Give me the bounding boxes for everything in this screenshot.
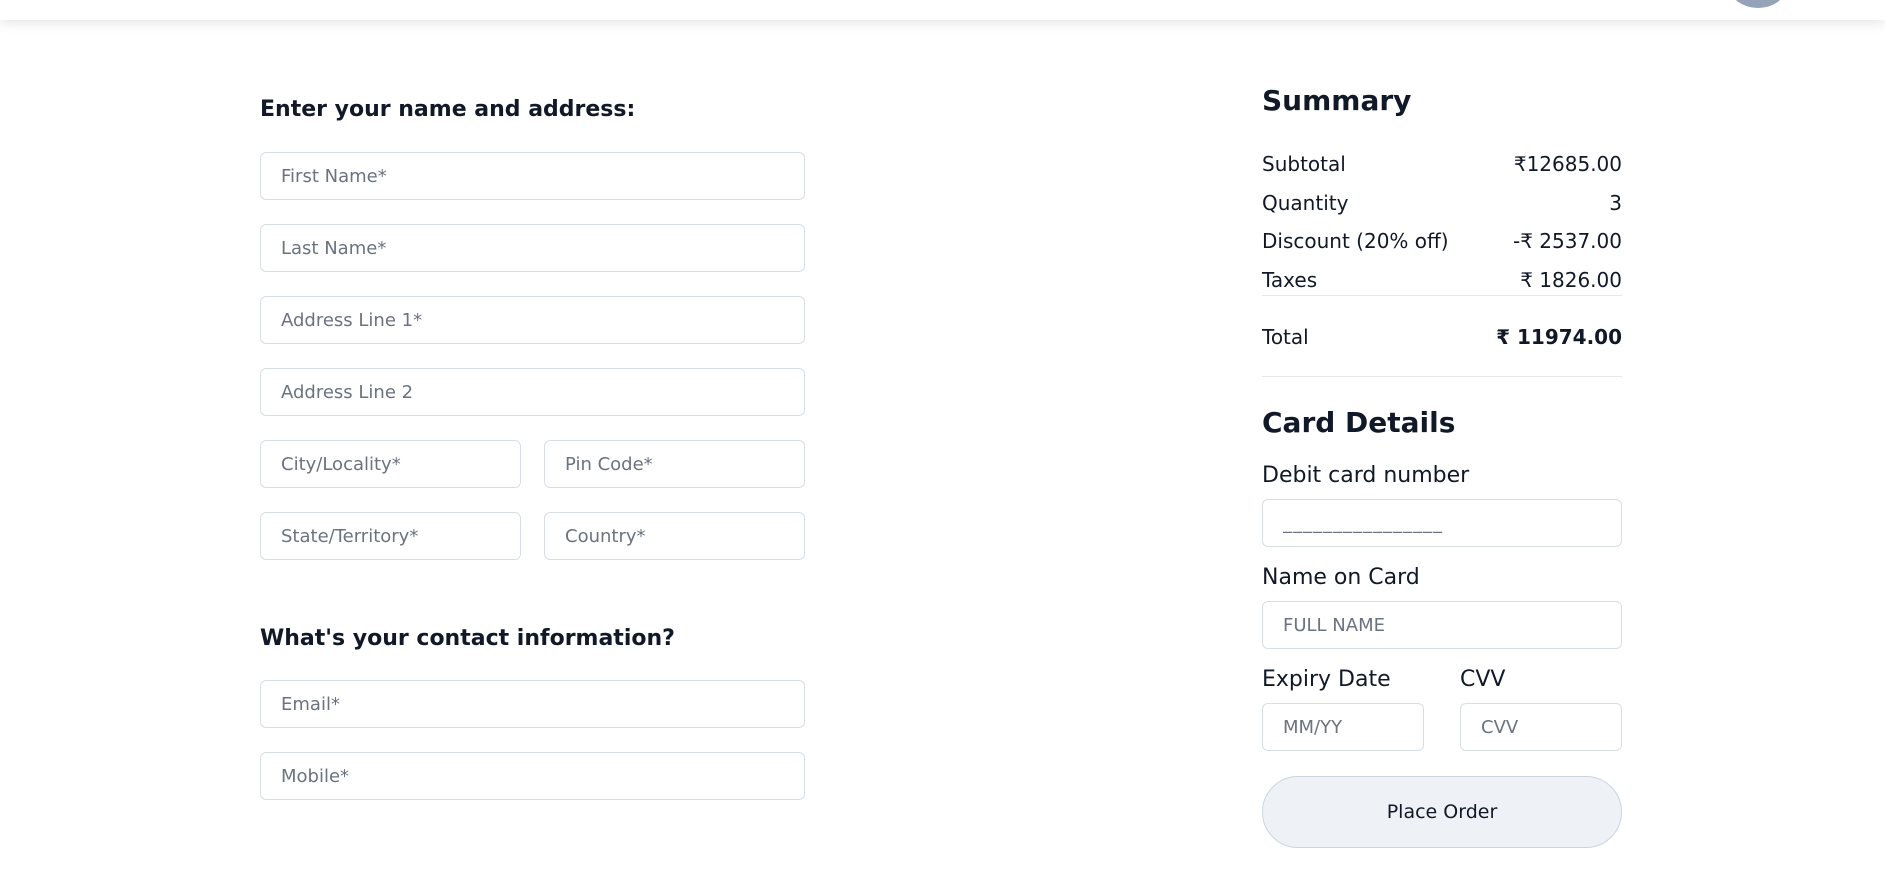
summary-row-value: -₹ 2537.00	[1512, 229, 1622, 253]
expiry-date-label: Expiry Date	[1262, 667, 1391, 692]
summary-divider	[1262, 295, 1622, 296]
name-on-card-label: Name on Card	[1262, 565, 1420, 590]
address-section-title: Enter your name and address:	[260, 97, 636, 122]
cvv-label: CVV	[1460, 667, 1506, 692]
summary-row-subtotal: Subtotal ₹12685.00	[1262, 152, 1622, 176]
contact-section-title: What's your contact information?	[260, 626, 675, 651]
country-input[interactable]	[544, 512, 805, 560]
last-name-input[interactable]	[260, 224, 805, 272]
address-line1-input[interactable]	[260, 296, 805, 344]
total-value: ₹ 11974.00	[1496, 325, 1622, 349]
summary-title: Summary	[1262, 84, 1412, 117]
summary-row-label: Quantity	[1262, 191, 1349, 215]
summary-row-label: Subtotal	[1262, 152, 1346, 176]
summary-row-value: ₹12685.00	[1513, 152, 1622, 176]
first-name-input[interactable]	[260, 152, 805, 200]
card-section-divider	[1262, 376, 1622, 377]
summary-row-taxes: Taxes ₹ 1826.00	[1262, 268, 1622, 292]
card-number-label: Debit card number	[1262, 463, 1470, 488]
summary-row-value: ₹ 1826.00	[1520, 268, 1622, 292]
top-navbar	[0, 0, 1885, 20]
summary-row-label: Discount (20% off)	[1262, 229, 1449, 253]
address-line2-input[interactable]	[260, 368, 805, 416]
total-label: Total	[1262, 325, 1309, 349]
summary-row-total: Total ₹ 11974.00	[1262, 325, 1622, 349]
name-on-card-input[interactable]	[1262, 601, 1622, 649]
summary-row-value: 3	[1609, 191, 1622, 215]
card-number-input[interactable]	[1262, 499, 1622, 547]
summary-row-discount: Discount (20% off) -₹ 2537.00	[1262, 229, 1622, 253]
mobile-input[interactable]	[260, 752, 805, 800]
email-input[interactable]	[260, 680, 805, 728]
summary-row-label: Taxes	[1262, 268, 1318, 292]
summary-row-quantity: Quantity 3	[1262, 191, 1622, 215]
pin-code-input[interactable]	[544, 440, 805, 488]
city-input[interactable]	[260, 440, 521, 488]
place-order-button[interactable]: Place Order	[1262, 776, 1622, 848]
card-details-title: Card Details	[1262, 406, 1456, 439]
user-avatar[interactable]	[1731, 0, 1785, 8]
expiry-date-input[interactable]	[1262, 703, 1424, 751]
state-input[interactable]	[260, 512, 521, 560]
cvv-input[interactable]	[1460, 703, 1622, 751]
